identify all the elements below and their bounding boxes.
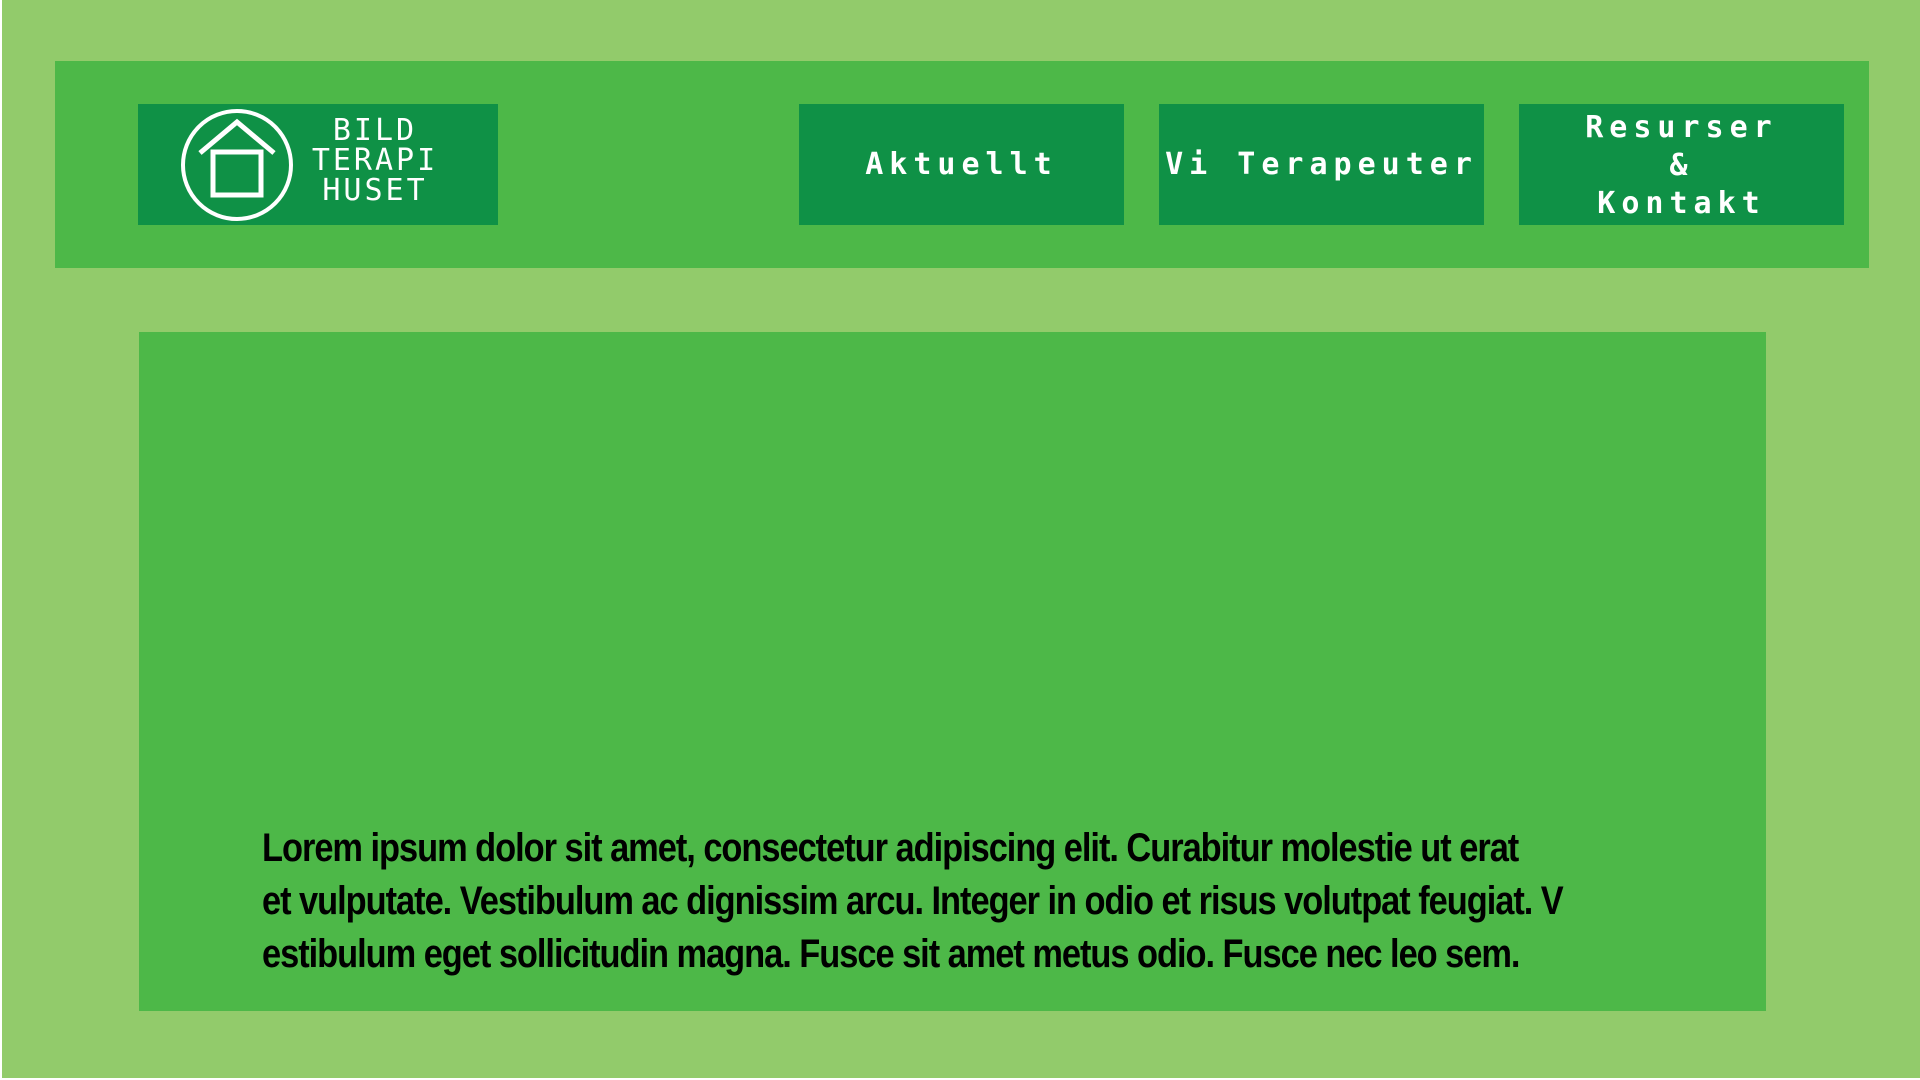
nav-resurser-kontakt-button[interactable]: Resurser & Kontakt [1519,104,1844,225]
nav-vi-terapeuter-button[interactable]: Vi Terapeuter [1159,104,1484,225]
logo-line-huset: HUSET [322,173,428,208]
logo-wordmark: BILD TERAPI HUSET [310,116,440,206]
house-in-circle-icon [181,109,293,221]
hero-line-1: Lorem ipsum dolor sit amet, consectetur … [262,826,1519,870]
nav-vi-terapeuter-label: Vi Terapeuter [1165,147,1478,182]
nav-aktuellt-label: Aktuellt [865,147,1058,182]
logo-line-bild: BILD [332,113,418,148]
nav-resurser-label: Resurser [1585,109,1778,145]
site-header: BILD TERAPI HUSET Aktuellt Vi Terapeuter… [55,61,1869,268]
hero-paragraph: Lorem ipsum dolor sit amet, consectetur … [262,822,1564,981]
logo-line-terapi: TERAPI [311,143,439,178]
site-logo[interactable]: BILD TERAPI HUSET [138,104,498,225]
page-background: BILD TERAPI HUSET Aktuellt Vi Terapeuter… [2,0,1920,1078]
nav-ampersand-label: & [1669,147,1694,183]
nav-kontakt-label: Kontakt [1597,185,1766,221]
nav-aktuellt-button[interactable]: Aktuellt [799,104,1124,225]
hero-line-3: estibulum eget sollicitudin magna. Fusce… [262,932,1520,976]
hero-panel: Lorem ipsum dolor sit amet, consectetur … [139,332,1766,1011]
hero-line-2: et vulputate. Vestibulum ac dignissim ar… [262,879,1564,923]
